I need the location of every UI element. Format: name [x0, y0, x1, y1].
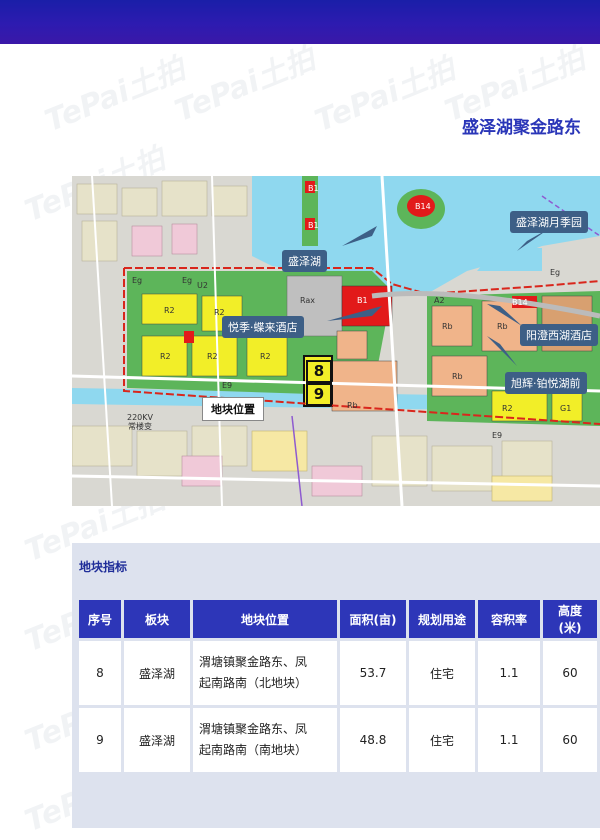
table-row: 9 盛泽湖 渭塘镇聚金路东、凤 起南路南（南地块） 48.8 住宅 1.1 60 — [79, 708, 597, 772]
header-block: 板块 — [124, 600, 190, 638]
plot-badge-8: 8 — [306, 360, 332, 383]
cell-location: 渭塘镇聚金路东、凤 起南路南（南地块） — [193, 708, 337, 772]
zone-code: A2 — [434, 296, 445, 305]
header-no: 序号 — [79, 600, 121, 638]
watermark: TePai土拍 — [40, 51, 191, 140]
cell-use: 住宅 — [409, 641, 475, 705]
page-title: 盛泽湖聚金路东 — [462, 118, 581, 138]
panel-title: 地块指标 — [79, 560, 128, 574]
cell-location-line2: 起南路南（北地块） — [199, 676, 308, 690]
header-height-line2: (米) — [558, 621, 582, 635]
cell-far: 1.1 — [478, 641, 540, 705]
cell-area: 48.8 — [340, 708, 406, 772]
zone-code: Rb — [497, 322, 508, 331]
zone-code: Eg — [550, 268, 561, 277]
zone-code: R2 — [502, 404, 513, 413]
site-location-label: 地块位置 — [202, 397, 264, 421]
zone-code: Rb — [452, 372, 463, 381]
watermark: TePai土拍 — [170, 41, 321, 130]
cell-location-line2: 起南路南（南地块） — [199, 743, 308, 757]
header-location: 地块位置 — [193, 600, 337, 638]
table-header-row: 序号 板块 地块位置 面积(亩) 规划用途 容积率 高度 (米) — [79, 600, 597, 638]
cell-no: 9 — [79, 708, 121, 772]
zone-code: Rax — [300, 296, 316, 305]
cell-no: 8 — [79, 641, 121, 705]
callout-shengzehu: 盛泽湖 — [282, 250, 327, 272]
zone-code: R2 — [214, 308, 225, 317]
callout-yueji-hotel: 悦季·蝶来酒店 — [222, 316, 304, 338]
cell-far: 1.1 — [478, 708, 540, 772]
zone-code: B1 — [308, 221, 319, 230]
zone-code: U2 — [197, 281, 208, 290]
planning-map: 盛泽湖 悦季·蝶来酒店 盛泽湖月季园 阳澄西湖酒店 旭辉·铂悦湖前 8 9 地块… — [72, 176, 600, 506]
zone-code: G1 — [560, 404, 572, 413]
zone-code: B1 — [357, 296, 368, 305]
zone-code: Eg — [132, 276, 143, 285]
zone-code: E9 — [222, 381, 233, 390]
cell-location-line1: 渭塘镇聚金路东、凤 — [199, 722, 308, 736]
header-bar — [0, 0, 600, 44]
cell-use: 住宅 — [409, 708, 475, 772]
zone-code: B1 — [308, 184, 319, 193]
zone-code: Eg — [182, 276, 193, 285]
substation-line-1: 220KV — [127, 413, 153, 422]
header-area: 面积(亩) — [340, 600, 406, 638]
zone-code: E9 — [492, 431, 503, 440]
zone-code: Rb — [347, 401, 358, 410]
callout-yangcheng-hotel: 阳澄西湖酒店 — [520, 324, 598, 346]
header-use: 规划用途 — [409, 600, 475, 638]
header-far: 容积率 — [478, 600, 540, 638]
watermark: TePai土拍 — [310, 51, 461, 140]
cell-height: 60 — [543, 708, 597, 772]
plot-badge-9: 9 — [306, 383, 332, 406]
zone-code: R2 — [207, 352, 218, 361]
cell-location-line1: 渭塘镇聚金路东、凤 — [199, 655, 308, 669]
header-height: 高度 (米) — [543, 600, 597, 638]
cell-area: 53.7 — [340, 641, 406, 705]
substation-label: 220KV 常楼变 — [127, 413, 153, 431]
zone-code: R2 — [160, 352, 171, 361]
zone-code: B14 — [512, 298, 528, 307]
cell-location: 渭塘镇聚金路东、凤 起南路南（北地块） — [193, 641, 337, 705]
callout-yuejiyuan: 盛泽湖月季园 — [510, 211, 588, 233]
zone-code: R2 — [260, 352, 271, 361]
table-row: 8 盛泽湖 渭塘镇聚金路东、凤 起南路南（北地块） 53.7 住宅 1.1 60 — [79, 641, 597, 705]
cell-block: 盛泽湖 — [124, 641, 190, 705]
zone-code: Rb — [442, 322, 453, 331]
zone-code: B14 — [415, 202, 431, 211]
cell-block: 盛泽湖 — [124, 708, 190, 772]
cell-height: 60 — [543, 641, 597, 705]
substation-line-2: 常楼变 — [128, 422, 152, 431]
zone-code: R2 — [164, 306, 175, 315]
header-height-line1: 高度 — [557, 604, 582, 618]
indicator-table: 序号 板块 地块位置 面积(亩) 规划用途 容积率 高度 (米) 8 盛泽湖 渭… — [76, 597, 600, 775]
callout-xuhui: 旭辉·铂悦湖前 — [505, 372, 587, 394]
